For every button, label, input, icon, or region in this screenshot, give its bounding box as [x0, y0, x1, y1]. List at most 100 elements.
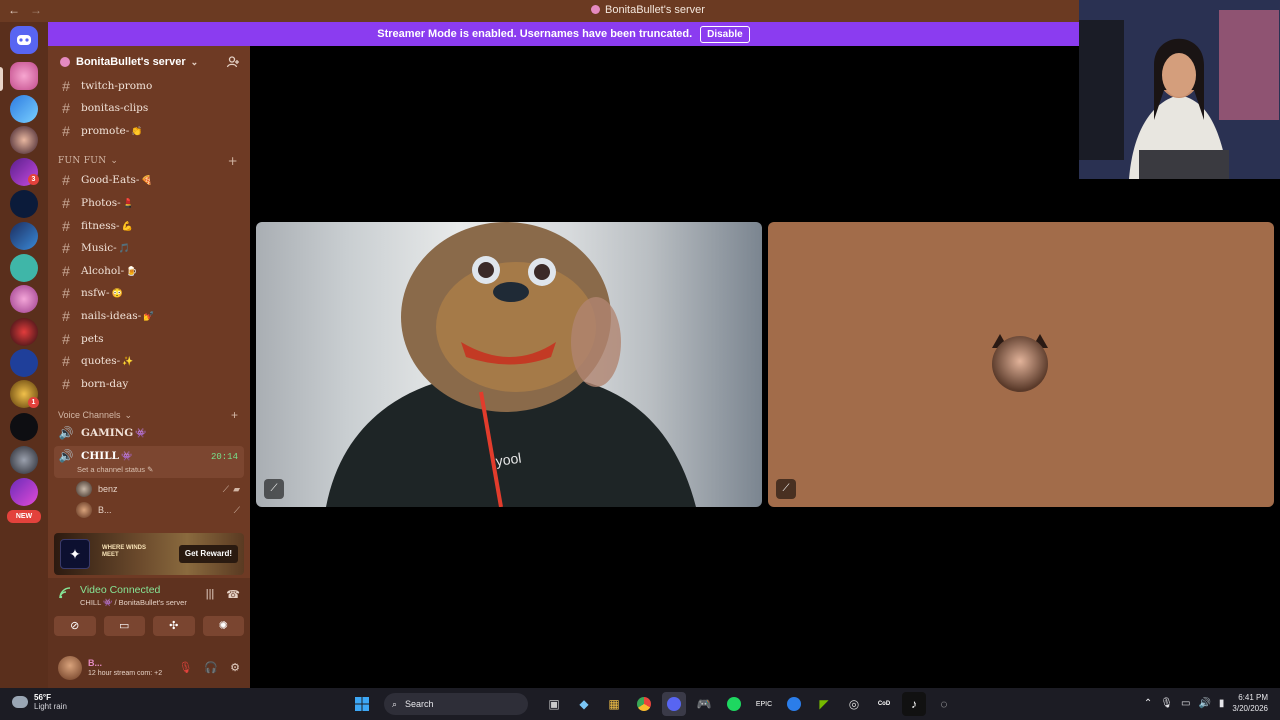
- channel-alcohol[interactable]: # Alcohol- 🍺: [56, 261, 246, 281]
- channel-promote[interactable]: # promote- 👏: [56, 121, 246, 141]
- server-icon-twitch[interactable]: [10, 254, 38, 282]
- channel-music[interactable]: # Music- 🎵: [56, 238, 246, 258]
- create-channel-icon[interactable]: +: [231, 408, 238, 422]
- channel-name: nails-ideas-: [81, 310, 142, 322]
- speaker-icon: 🔊: [58, 426, 74, 440]
- disconnect-icon[interactable]: ☎: [226, 588, 240, 601]
- server-icon-6[interactable]: [10, 222, 38, 250]
- toggle-camera-button[interactable]: ⊘: [54, 616, 96, 636]
- user-status: 12 hour stream com: +2: [88, 670, 163, 677]
- server-icon-3[interactable]: [10, 126, 38, 154]
- volume-icon[interactable]: 🔊: [1198, 698, 1210, 709]
- channel-photos[interactable]: # Photos- 💄: [56, 193, 246, 213]
- discord-home-icon[interactable]: [10, 26, 38, 54]
- server-icon-13[interactable]: [10, 446, 38, 474]
- signal-icon[interactable]: [58, 586, 74, 602]
- voice-location[interactable]: CHILL 👾 / BonitaBullet's server: [80, 598, 187, 607]
- search-placeholder: Search: [405, 699, 434, 709]
- banner-message: Streamer Mode is enabled. Usernames have…: [377, 28, 693, 40]
- category-voice-channels[interactable]: Voice Channels ⌄ +: [58, 408, 244, 422]
- gear-icon[interactable]: ⚙: [230, 661, 240, 674]
- invite-user-icon[interactable]: [226, 55, 240, 69]
- create-channel-icon[interactable]: +: [228, 154, 238, 168]
- webcam-image: [1079, 0, 1280, 179]
- channel-pets[interactable]: # pets: [56, 329, 246, 349]
- chrome-icon[interactable]: [632, 692, 656, 716]
- avatar[interactable]: [58, 656, 82, 680]
- chevron-down-icon: ⌄: [124, 409, 133, 420]
- server-icon-bonita[interactable]: [10, 62, 38, 90]
- hashtag-icon: #: [62, 123, 70, 139]
- obs-icon[interactable]: ◎: [842, 692, 866, 716]
- new-badge: NEW: [7, 510, 41, 523]
- channel-nails-ideas[interactable]: # nails-ideas- 💅: [56, 306, 246, 326]
- voice-user[interactable]: benz ⟋ ▰: [76, 479, 240, 499]
- headphones-icon[interactable]: 🎧: [204, 661, 218, 674]
- gamepad-icon[interactable]: 🎮: [692, 692, 716, 716]
- tiktok-icon[interactable]: ♪: [902, 692, 926, 716]
- windows-start-icon[interactable]: [350, 692, 374, 716]
- mic-muted-icon: ⟋: [776, 479, 796, 499]
- video-tile-bear-mask[interactable]: yool ⟋: [256, 222, 762, 507]
- category-fun-fun[interactable]: FUN FUN ⌄ +: [58, 154, 244, 168]
- server-icon-8[interactable]: [10, 285, 38, 313]
- epic-games-icon[interactable]: EPIC: [752, 692, 776, 716]
- app-icon[interactable]: ◌: [932, 692, 956, 716]
- disable-streamer-mode-button[interactable]: Disable: [700, 25, 750, 43]
- get-reward-button[interactable]: Get Reward!: [178, 545, 238, 563]
- spotify-icon[interactable]: [722, 692, 746, 716]
- discord-icon[interactable]: [662, 692, 686, 716]
- chevron-up-icon[interactable]: ⌃: [1144, 698, 1152, 709]
- channel-emoji: 🎵: [118, 242, 130, 253]
- nvidia-icon[interactable]: ◤: [812, 692, 836, 716]
- server-icon-9[interactable]: [10, 318, 38, 346]
- call-of-duty-icon[interactable]: CoD: [872, 692, 896, 716]
- store-icon[interactable]: ▦: [602, 692, 626, 716]
- noise-suppression-icon[interactable]: |||: [206, 588, 215, 601]
- server-icon: [60, 57, 70, 67]
- microphone-icon[interactable]: 🎙: [1160, 698, 1173, 709]
- mic-muted-icon: ⟋: [233, 504, 240, 515]
- channel-name: Photos-: [81, 197, 121, 209]
- voice-channel-gaming[interactable]: 🔊 GAMING 👾: [56, 423, 246, 443]
- video-frame-image: yool: [326, 222, 696, 507]
- channel-emoji: 👾: [103, 598, 113, 607]
- taskbar-search[interactable]: ⌕ Search: [384, 693, 528, 715]
- channel-bonitas-clips[interactable]: # bonitas-clips: [56, 98, 246, 118]
- channel-name: bonitas-clips: [81, 102, 149, 114]
- weather-widget[interactable]: 56°F Light rain: [12, 693, 67, 711]
- channel-born-day[interactable]: # born-day: [56, 374, 246, 394]
- channel-status[interactable]: Set a channel status ✎: [77, 465, 153, 474]
- copilot-icon[interactable]: ◆: [572, 692, 596, 716]
- channel-fitness[interactable]: # fitness- 💪: [56, 216, 246, 236]
- voice-connection-panel: Video Connected CHILL 👾 / BonitaBullet's…: [48, 578, 250, 688]
- server-name: BonitaBullet's server: [76, 56, 186, 68]
- server-icon-14[interactable]: [10, 478, 38, 506]
- channel-name: Good-Eats-: [81, 174, 140, 186]
- voice-user[interactable]: B... ⟋: [76, 500, 240, 520]
- server-icon-5[interactable]: [10, 190, 38, 218]
- soundboard-button[interactable]: ✺: [202, 616, 244, 636]
- screen-share-button[interactable]: ▭: [103, 616, 145, 636]
- channel-twitch-promo[interactable]: # twitch-promo: [56, 76, 246, 96]
- server-icon-2[interactable]: [10, 95, 38, 123]
- server-icon-12[interactable]: [10, 413, 38, 441]
- monitor-icon[interactable]: ▭: [1181, 698, 1190, 709]
- server-header[interactable]: BonitaBullet's server ⌄: [48, 46, 250, 78]
- activities-button[interactable]: ✣: [153, 616, 195, 636]
- selected-server-pill: [0, 67, 3, 91]
- video-tile-avatar[interactable]: ⟋: [768, 222, 1274, 507]
- task-view-icon[interactable]: ▣: [542, 692, 566, 716]
- cloud-rain-icon: [12, 696, 28, 708]
- channel-quotes[interactable]: # quotes- ✨: [56, 351, 246, 371]
- promo-banner[interactable]: ✦ WHERE WINDS MEET Get Reward!: [54, 533, 244, 575]
- battery-icon[interactable]: ▮: [1219, 698, 1225, 709]
- mic-muted-icon[interactable]: 🎙: [178, 661, 192, 674]
- clock[interactable]: 6:41 PM 3/20/2026: [1232, 692, 1268, 714]
- channel-nsfw[interactable]: # nsfw- 😳: [56, 283, 246, 303]
- server-icon: [591, 5, 601, 14]
- server-icon-10[interactable]: [10, 349, 38, 377]
- streamlabs-icon[interactable]: [782, 692, 806, 716]
- promo-logo: WHERE WINDS MEET: [102, 545, 146, 558]
- channel-good-eats[interactable]: # Good-Eats- 🍕: [56, 170, 246, 190]
